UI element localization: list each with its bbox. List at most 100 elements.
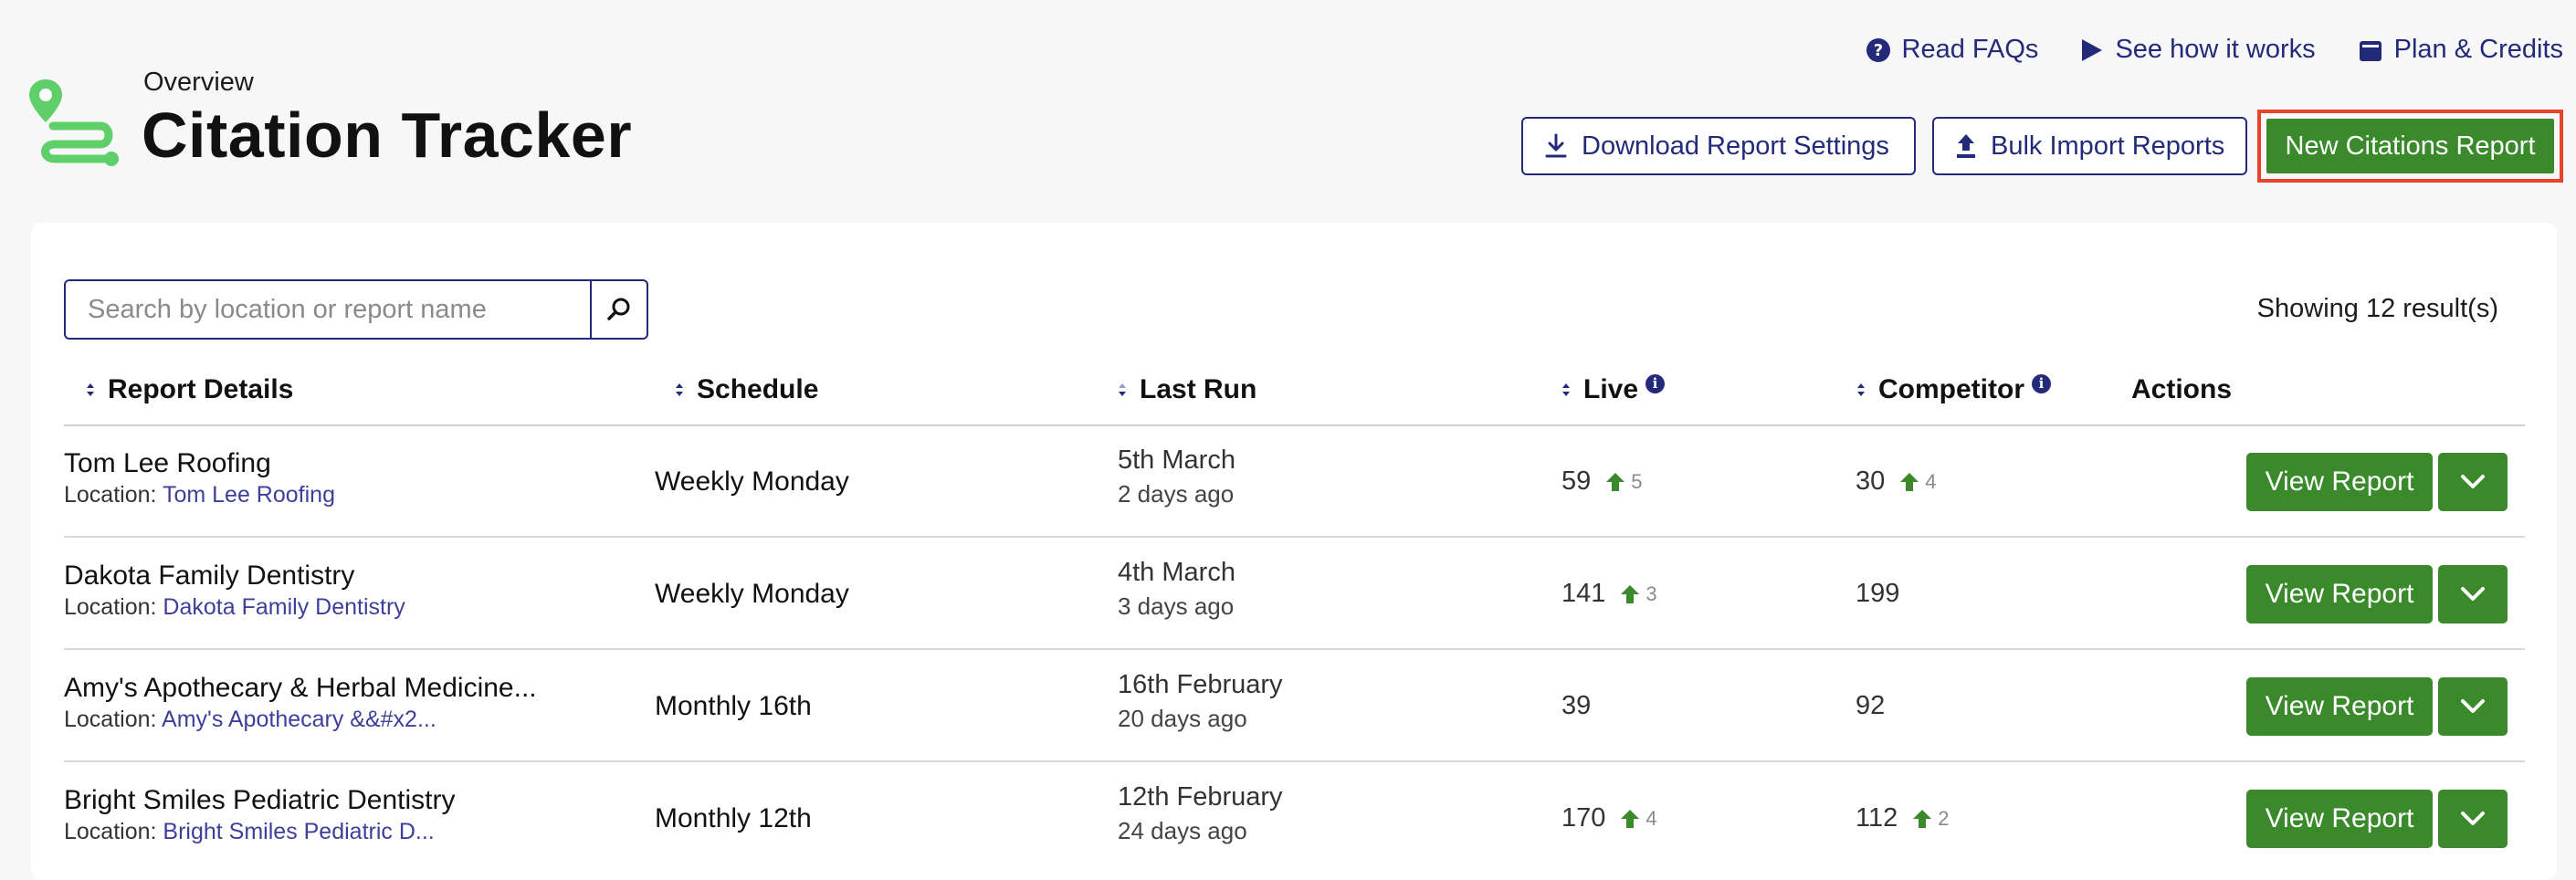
read-faqs-label: Read FAQs [1901,35,2039,64]
actions-label: Actions [2131,374,2233,404]
chevron-down-icon [2461,699,2485,713]
column-header-live[interactable]: Live i [1561,373,1666,405]
last-run-ago: 24 days ago [1118,817,1247,844]
schedule-value: Weekly Monday [655,466,849,497]
view-report-button[interactable]: View Report [2246,453,2433,511]
competitor-value: 92 [1856,691,1886,720]
last-run-ago: 3 days ago [1118,592,1235,620]
plan-credits-label: Plan & Credits [2393,35,2563,64]
competitor-value: 112 [1856,803,1898,833]
see-how-label: See how it works [2115,35,2316,64]
table-row: Dakota Family Dentistry Location: Dakota… [64,538,2525,650]
download-label: Download Report Settings [1582,131,1889,161]
column-header-report-details[interactable]: Report Details [86,374,293,405]
last-run-ago: 20 days ago [1118,705,1247,732]
search-input[interactable] [66,281,590,338]
read-faqs-link[interactable]: ? Read FAQs [1866,35,2039,65]
live-delta: 5 [1605,470,1643,494]
last-run-ago: 2 days ago [1118,480,1235,508]
report-location: Location: Bright Smiles Pediatric D... [64,819,435,844]
view-report-button[interactable]: View Report [2246,677,2433,736]
results-count: Showing 12 result(s) [2256,294,2498,323]
column-header-competitor[interactable]: Competitor i [1856,373,2051,405]
table-row: Tom Lee Roofing Location: Tom Lee Roofin… [64,425,2525,538]
top-links: ? Read FAQs See how it works Plan & Cred… [1866,35,2563,65]
chevron-down-icon [2461,475,2485,488]
live-count: 141 3 [1561,579,1657,609]
view-report-button[interactable]: View Report [2246,790,2433,848]
competitor-count: 92 [1856,691,1885,721]
arrow-up-icon [1913,809,1932,828]
report-location: Location: Tom Lee Roofing [64,482,335,508]
location-link[interactable]: Dakota Family Dentistry [163,594,405,620]
location-link[interactable]: Amy's Apothecary &&#x2... [162,707,436,732]
competitor-value: 30 [1856,466,1886,496]
live-label: Live [1583,374,1639,404]
schedule-value: Monthly 16th [655,691,812,721]
competitor-delta: 4 [1899,470,1937,494]
sort-icon[interactable] [675,382,684,397]
last-run-date: 12th February [1118,782,1283,812]
table-row: Amy's Apothecary & Herbal Medicine... Lo… [64,650,2525,762]
svg-text:?: ? [1873,41,1882,60]
info-icon[interactable]: i [2032,373,2051,393]
report-actions-dropdown[interactable] [2438,453,2508,511]
column-header-actions: Actions [2131,374,2232,405]
page-title: Citation Tracker [142,100,633,171]
location-link[interactable]: Bright Smiles Pediatric D... [163,819,434,844]
live-count: 39 [1561,691,1591,721]
see-how-it-works-link[interactable]: See how it works [2080,35,2316,65]
live-value: 39 [1561,691,1592,720]
last-run-date: 16th February [1118,670,1283,699]
search-icon [607,298,630,320]
competitor-count: 199 [1856,579,1899,609]
wallet-icon [2359,40,2381,61]
report-actions-dropdown[interactable] [2438,677,2508,736]
last-run-date: 4th March [1118,558,1235,587]
table-row: Bright Smiles Pediatric Dentistry Locati… [64,762,2525,875]
upload-icon [1957,134,1975,158]
sort-icon[interactable] [1561,382,1571,397]
search-box [64,279,648,340]
view-report-button[interactable]: View Report [2246,565,2433,623]
competitor-value: 199 [1856,579,1900,608]
info-icon[interactable]: i [1645,373,1666,393]
schedule-value: Weekly Monday [655,579,849,609]
arrow-up-icon [1621,584,1640,603]
plan-credits-link[interactable]: Plan & Credits [2358,35,2563,65]
live-count: 170 4 [1561,803,1657,833]
chevron-down-icon [2461,812,2485,825]
bulk-import-reports-button[interactable]: Bulk Import Reports [1932,117,2247,175]
arrow-up-icon [1606,472,1625,491]
download-report-settings-button[interactable]: Download Report Settings [1521,117,1916,175]
new-report-highlight: New Citations Report [2257,110,2563,183]
live-value: 170 [1561,803,1606,833]
report-name: Amy's Apothecary & Herbal Medicine... [64,673,537,703]
competitor-count: 112 2 [1856,803,1949,833]
report-details-label: Report Details [108,374,294,404]
live-delta: 4 [1620,807,1657,831]
column-header-schedule[interactable]: Schedule [675,374,818,405]
competitor-delta: 2 [1912,807,1949,831]
sort-icon[interactable] [1118,382,1127,397]
schedule-value: Monthly 12th [655,803,812,833]
schedule-label: Schedule [697,374,819,404]
sort-icon[interactable] [1856,382,1866,397]
competitor-label: Competitor [1878,374,2024,404]
location-link[interactable]: Tom Lee Roofing [163,482,335,508]
live-value: 141 [1561,579,1606,608]
competitor-count: 30 4 [1856,466,1937,497]
report-actions-dropdown[interactable] [2438,790,2508,848]
live-delta: 3 [1620,582,1657,606]
route-logo-icon [29,79,119,166]
search-button[interactable] [590,281,647,338]
report-name: Bright Smiles Pediatric Dentistry [64,785,456,815]
report-name: Dakota Family Dentistry [64,560,355,591]
report-actions-dropdown[interactable] [2438,565,2508,623]
live-count: 59 5 [1561,466,1643,497]
sort-icon[interactable] [86,382,95,397]
column-header-last-run[interactable]: Last Run [1118,374,1256,405]
new-citations-report-button[interactable]: New Citations Report [2266,119,2554,173]
download-icon [1545,133,1567,158]
last-run-date: 5th March [1118,445,1235,475]
